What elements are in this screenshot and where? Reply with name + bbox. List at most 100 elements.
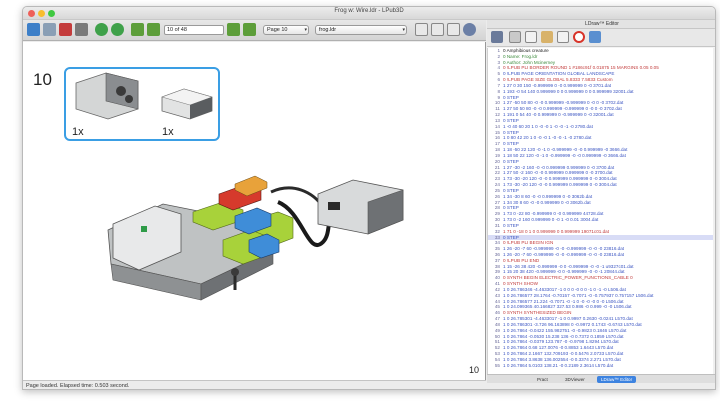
editor-line[interactable]: 55 1 0 26.7864 5.0103 138.21 -0 0.2189 2.… [488, 363, 713, 369]
app-window: Frog w: Wire.ldr - LPub3D 10 of 48 Page … [22, 6, 716, 390]
tab-ldraw-editor[interactable]: LDraw™ Editor [597, 376, 637, 383]
chevron-down-icon: ▾ [402, 27, 405, 33]
page-select[interactable]: Page 10 ▾ [263, 25, 309, 35]
line-text: 1 0 26.7864 -0.0422 155.982751 -0 -0.982… [503, 327, 627, 333]
line-text: 0 SYNTH BEGIN ELECTRIC_POWER_FUNCTIONS_C… [503, 275, 633, 281]
redo-icon[interactable] [111, 23, 124, 36]
line-text: 1 26 -20 -7 60 -0.999999 -0 -0 -0.999999… [503, 246, 625, 252]
list-view-icon[interactable] [491, 31, 503, 43]
line-text: 0 STEP [503, 205, 519, 211]
line-text: 1 15 -26 38 420 -0.999999 -0 0 -0.999999… [503, 263, 634, 269]
last-page-icon[interactable] [243, 23, 256, 36]
line-text: 1 18 -50 22 120 -0 -1 0 -0.999999 -0 -0 … [503, 147, 628, 153]
line-text: 0 SYNTH SYNTHESIZED BEGIN [503, 310, 572, 316]
page-number: 10 [468, 365, 479, 375]
window-title: Frog w: Wire.ldr - LPub3D [334, 8, 404, 14]
line-text: 0 Name: Frog.ldr [503, 53, 538, 59]
title-bar: Frog w: Wire.ldr - LPub3D [23, 7, 715, 20]
line-text: 1 0 26.786577 28.1764 -0.70157 -0.7071 -… [503, 292, 654, 298]
line-text: 1 34 -30 8 60 -0 -0 0.999999 0 -0 3062b.… [503, 193, 593, 199]
hub-light-icon [141, 226, 147, 232]
line-text: 1 191 0 54 40 -0 0.999999 0 -0.999999 0 … [503, 112, 614, 118]
line-text: 1 0 26.7864 -0.0530 15.238 136 -0 0.7372… [503, 333, 624, 339]
editor-toolbar [487, 29, 715, 47]
file-select[interactable]: frog.ldr ▾ [315, 25, 407, 35]
line-text: 1 193 -0 54 140 0.999999 0 0 0.999999 0 … [503, 88, 634, 94]
line-text: 1 71 0 -18 0 1 0 0.999999 0 0.999999 190… [503, 228, 610, 234]
previous-page-icon[interactable] [147, 23, 160, 36]
first-page-icon[interactable] [131, 23, 144, 36]
zoom-in-icon[interactable] [463, 23, 476, 36]
line-text: 0 STEP [503, 222, 519, 228]
paste-icon[interactable] [541, 31, 553, 43]
actual-size-icon[interactable] [447, 23, 460, 36]
line-text: 0 Amphibious creature [503, 48, 549, 53]
line-text: 1 -0 40 60 20 1 0 -0 -0 1 -0 -0 -1 -0 27… [503, 123, 593, 129]
line-text: 1 27 50 -2 160 -0 -0 0.999999 0.999999 0… [503, 170, 613, 176]
line-text: 1 0 26.7864 2.1667 132.709193 -0 0.5476 … [503, 351, 624, 357]
main-toolbar: 10 of 48 Page 10 ▾ frog.ldr ▾ [23, 20, 486, 41]
editor-bottom-bar [487, 383, 715, 389]
parts-list: 1x 1x [64, 67, 220, 141]
line-text: 1 0 26.786346 -4.4633017 -1 0 0 0 -0 0 0… [503, 286, 626, 292]
ldraw-editor-panel: LDraw™ Editor 10 Amphibious creature 2 0 N… [487, 20, 715, 389]
tab-pract[interactable]: Pract [533, 376, 552, 383]
editor-scrollbar[interactable] [713, 48, 715, 374]
line-text: 1 73 -30 -20 120 -0 -0 0.999999 0.999999… [503, 182, 617, 188]
save-icon[interactable] [43, 23, 56, 36]
page-number-input[interactable]: 10 of 48 [164, 25, 224, 35]
export-icon[interactable] [75, 23, 88, 36]
line-text: 0 !LPUB PAGE ORIENTATION GLOBAL LANDSCAP… [503, 71, 615, 77]
chevron-down-icon: ▾ [304, 27, 307, 33]
line-text: 1 27 -50 50 80 -0 -0 0.999999 -0.999999 … [503, 100, 624, 106]
step-number: 10 [33, 70, 52, 89]
file-select-value: frog.ldr [319, 27, 337, 33]
callout-qty-1-text: 1x [72, 126, 84, 138]
page-canvas[interactable]: 10 1x 1x 10 [23, 42, 486, 380]
line-text: 1 0 26.7864 -0.0379 123.787 -0 -0.9798 1… [503, 339, 619, 345]
save-edits-icon[interactable] [589, 31, 601, 43]
line-text: 0 !LPUB PLI BORDER ROUND 1 #186c91f 0.01… [503, 65, 659, 71]
status-bar: Page loaded. Elapsed time: 0.503 second. [23, 380, 486, 389]
tab-3dviewer[interactable]: 3DViewer [561, 376, 589, 383]
editor-tab-bar: Pract 3DViewer LDraw™ Editor [487, 374, 715, 383]
line-text: 0 SYNTH SHOW [503, 281, 538, 287]
line-text: 0 STEP [503, 94, 519, 100]
line-text: 0 STEP [503, 129, 519, 135]
editor-text-area[interactable]: 10 Amphibious creature 2 0 Name: Frog.ldr 3… [487, 48, 713, 374]
parts-list-images: 1x 1x [72, 72, 213, 138]
line-text: 1 0 26.786577 21.224 -0.7071 -0 -1 0 -0 … [503, 298, 624, 304]
line-text: 0 Author: John Mcinerney [503, 59, 556, 65]
callout-qty-2-text: 1x [162, 126, 174, 138]
line-text: 1 0 26.785301 -4.4633017 -1 0 0.9997 0.2… [503, 316, 633, 322]
cancel-icon[interactable] [573, 31, 585, 43]
line-text: 0 STEP [503, 234, 519, 240]
line-text: 0 STEP [503, 187, 519, 193]
line-text: 1 26 -20 -7 60 -0.999999 -0 -0 -0.999999… [503, 251, 625, 257]
line-text: 0 STEP [503, 158, 519, 164]
open-icon[interactable] [27, 23, 40, 36]
line-text: 1 73 0 -2 160 0.999999 0 -0 1 -0 0.01 30… [503, 217, 599, 223]
line-text: 0 STEP [503, 141, 519, 147]
find-icon[interactable] [557, 31, 569, 43]
line-text: 0 !LPUB PLI BEGIN IGN [503, 240, 554, 246]
print-pdf-icon[interactable] [59, 23, 72, 36]
undo-icon[interactable] [95, 23, 108, 36]
line-text: 1 18 50 22 120 -0 -1 0 -0.999999 -0 -0 0… [503, 152, 626, 158]
motor-part-image [75, 72, 139, 120]
axle-icon [231, 268, 239, 276]
line-text: 1 73 -30 -20 120 -0 -0 0.999999 0.999999… [503, 176, 617, 182]
line-text: 1 0 26.786301 -3.726 96.163898 0 -0.9972… [503, 321, 642, 327]
fit-width-icon[interactable] [415, 23, 428, 36]
copy-icon[interactable] [525, 31, 537, 43]
line-text: 1 27 50 50 80 -0 -0 0.999999 -0.999999 0… [503, 106, 622, 112]
line-text: 1 27 -30 -2 160 -0 -0 0.999999 0.999999 … [503, 164, 615, 170]
next-page-icon[interactable] [227, 23, 240, 36]
line-text: 1 0 26.7864 5.0103 138.21 -0 0.2189 2.36… [503, 362, 614, 368]
fit-visible-icon[interactable] [431, 23, 444, 36]
line-text: 1 34 30 8 60 -0 -0 0.999999 0 -0 3062b.d… [503, 199, 591, 205]
cut-icon[interactable] [509, 31, 521, 43]
line-text: 1 15 20 38 420 -0.999999 -0 0 -0.999999 … [503, 269, 625, 275]
page-select-value: Page 10 [267, 27, 288, 33]
line-text: 0 !LPUB PAGE SIZE GLOBAL 5.8333 7.5833 C… [503, 77, 613, 83]
